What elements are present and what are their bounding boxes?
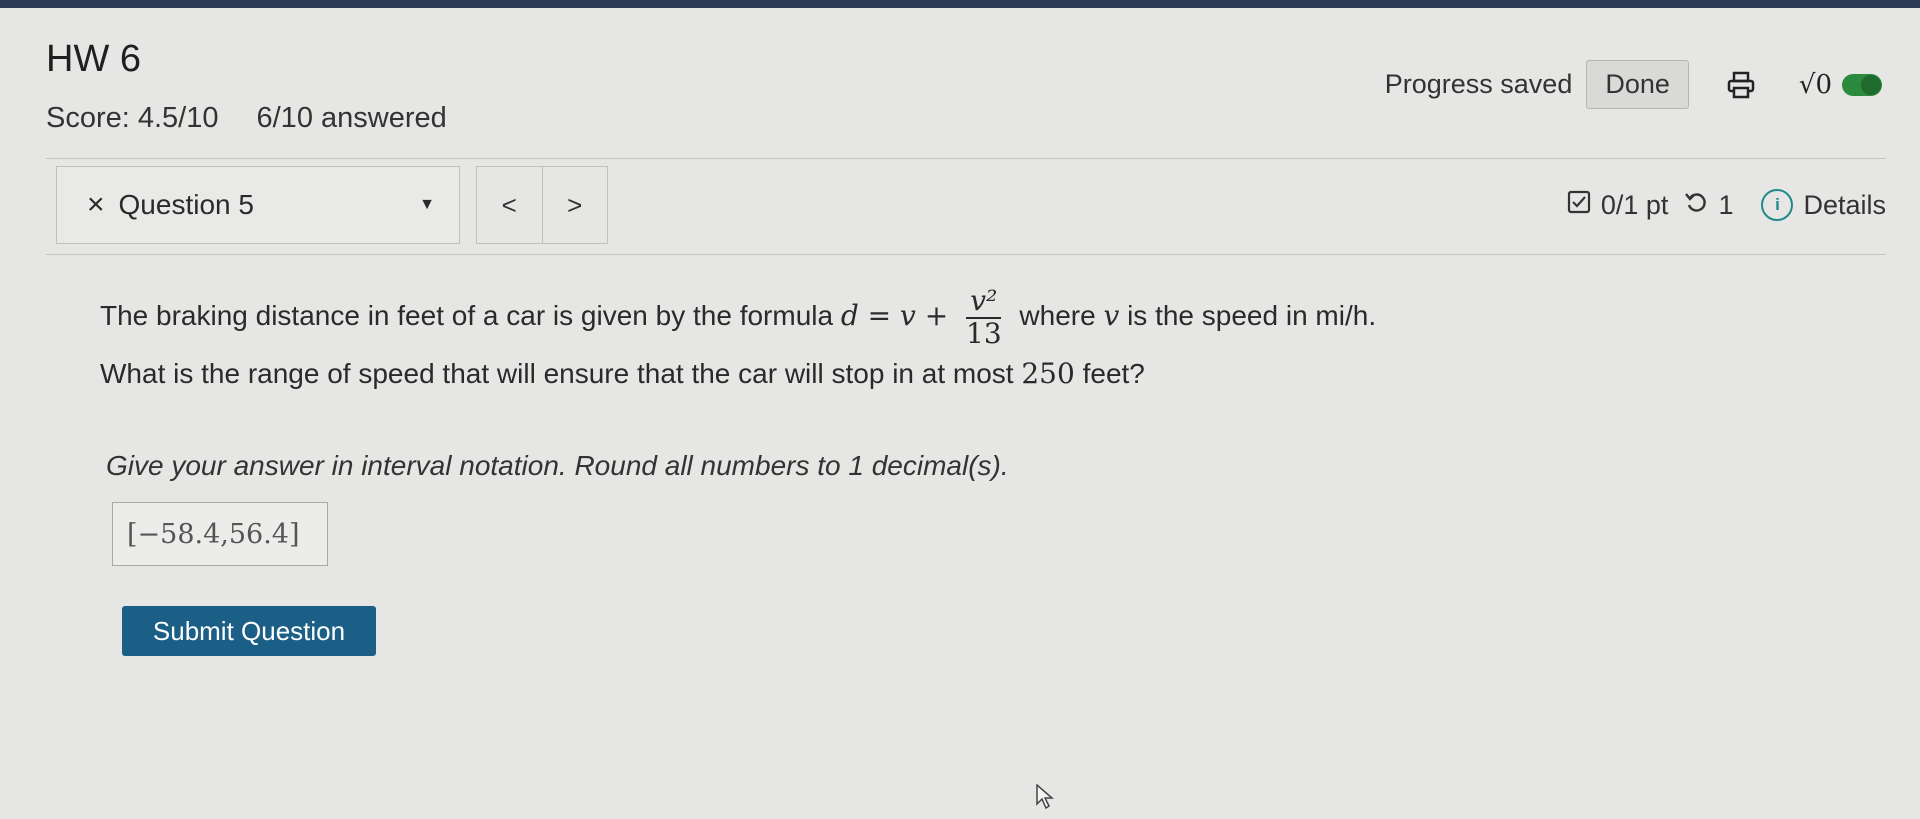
formula-lhs: d = v + [840,299,949,333]
fraction-numerator: v² [966,285,1002,319]
score-summary: Score: 4.5/10 6/10 answered [46,102,447,135]
question-text: The braking distance in feet of a car is… [100,285,1430,397]
variable-v: v [1103,299,1120,333]
question-intro-text: The braking distance in feet of a car is… [100,300,834,332]
info-icon[interactable]: i [1761,189,1794,221]
previous-question-button[interactable]: < [477,167,543,243]
question-nav-group: < > [476,166,608,244]
fraction-denominator: 13 [966,316,1002,350]
points-value: 0/1 pt [1600,189,1669,220]
question-select-dropdown[interactable]: × Question 5 ▼ [56,166,460,244]
incorrect-mark-icon: × [87,188,105,221]
top-accent-bar [0,0,1920,8]
max-distance-value: 250 [1021,356,1075,390]
done-button[interactable]: Done [1586,60,1689,109]
checkbox-icon [1567,190,1591,221]
assignment-title: HW 6 [46,38,141,80]
next-question-button[interactable]: > [543,167,608,243]
question-meta: 0/1 pt 1 i Details [1567,166,1886,244]
question-select-label: Question 5 [118,189,254,220]
formula-fraction: v² 13 [962,285,1006,350]
question-toolbar: × Question 5 ▼ < > 0/1 pt 1 i Details [56,166,1886,244]
header-actions: Progress saved Done √0 [1385,60,1882,109]
submit-question-button[interactable]: Submit Question [122,606,376,656]
question-end-text: feet? [1082,357,1145,389]
math-toggle-switch[interactable] [1842,73,1882,96]
details-link[interactable]: Details [1803,190,1886,221]
score-text: Score: 4.5/10 [46,102,219,134]
printer-icon[interactable] [1725,69,1757,101]
attempts-count: 1 [1718,189,1734,220]
toolbar-divider [46,254,1886,255]
answered-count: 6/10 answered [256,102,447,134]
progress-status: Progress saved [1384,69,1573,99]
header-divider [46,158,1886,159]
dropdown-caret-icon: ▼ [419,196,435,213]
mouse-cursor-icon [1036,783,1055,815]
answer-input[interactable]: [−58.4,56.4] [112,502,328,566]
math-keyboard-icon[interactable]: √0 [1799,70,1832,100]
question-where-text: where [1019,300,1096,332]
retry-icon [1684,190,1708,221]
answer-instructions: Give your answer in interval notation. R… [106,450,1009,481]
